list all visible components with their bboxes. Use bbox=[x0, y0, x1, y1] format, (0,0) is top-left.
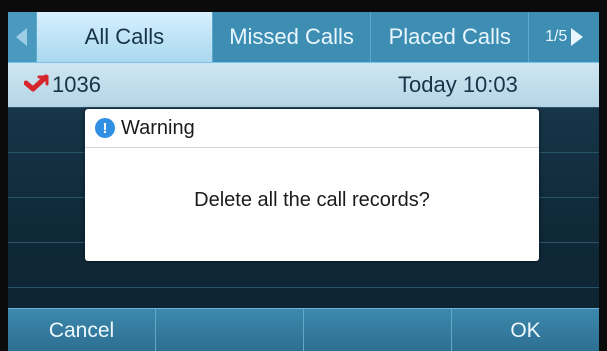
warning-dialog: ! Warning Delete all the call records? bbox=[85, 109, 539, 261]
dialog-title: Warning bbox=[121, 116, 195, 139]
missed-call-icon bbox=[24, 74, 49, 92]
ok-button[interactable]: OK bbox=[451, 309, 599, 351]
tab-missed-calls[interactable]: Missed Calls bbox=[211, 12, 370, 62]
call-number: 1036 bbox=[52, 72, 101, 97]
tab-placed-calls[interactable]: Placed Calls bbox=[370, 12, 528, 62]
softkey-bar: Cancel OK bbox=[8, 308, 599, 351]
left-arrow-icon bbox=[16, 28, 28, 46]
right-arrow-icon bbox=[571, 28, 584, 46]
dialog-message: Delete all the call records? bbox=[194, 189, 430, 211]
page-indicator: 1/5 bbox=[545, 28, 568, 45]
tab-all-calls[interactable]: All Calls bbox=[35, 12, 212, 62]
phone-screen: All Calls Missed Calls Placed Calls 1/5 … bbox=[8, 12, 599, 351]
softkey-3[interactable] bbox=[303, 309, 451, 351]
dialog-header: ! Warning bbox=[85, 109, 539, 148]
tab-next-page[interactable]: 1/5 bbox=[528, 12, 599, 62]
tab-prev-arrow[interactable] bbox=[8, 12, 36, 62]
info-icon: ! bbox=[95, 118, 115, 138]
cancel-button[interactable]: Cancel bbox=[8, 309, 155, 351]
call-record-row[interactable]: 1036 Today 10:03 bbox=[8, 63, 599, 108]
tab-bar: All Calls Missed Calls Placed Calls 1/5 bbox=[8, 12, 599, 63]
call-time: Today 10:03 bbox=[398, 72, 518, 97]
softkey-2[interactable] bbox=[155, 309, 303, 351]
